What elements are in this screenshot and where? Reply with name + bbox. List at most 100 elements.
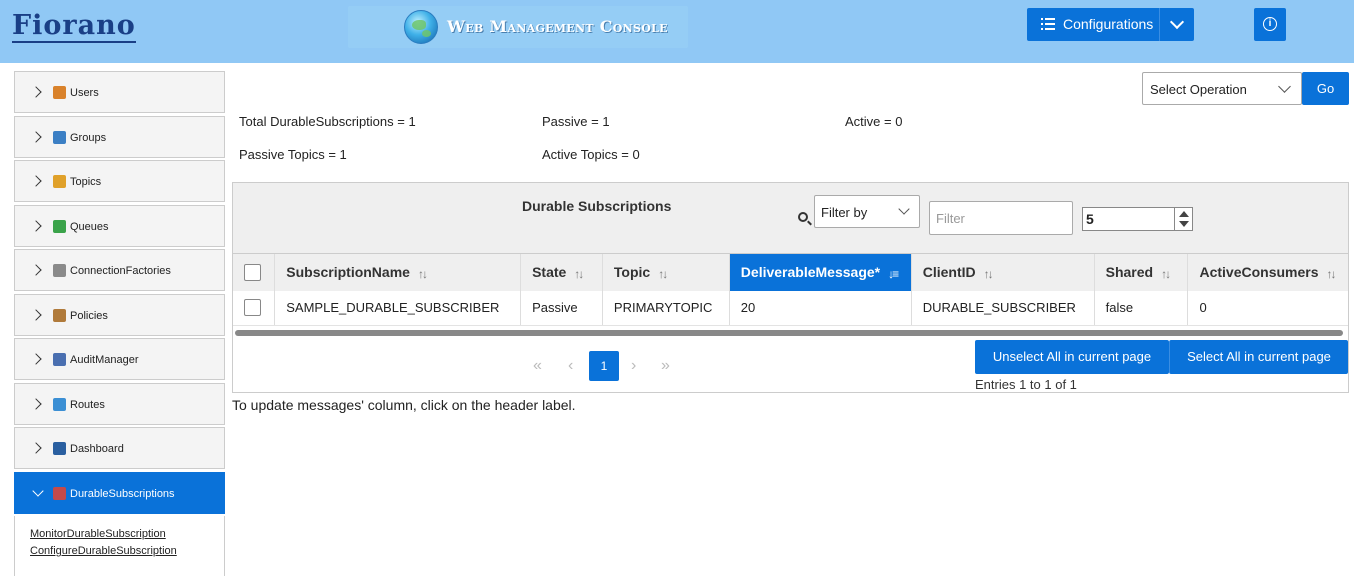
horizontal-scrollbar[interactable] — [235, 330, 1343, 336]
app-header: Fiorano Web Management Console Configura… — [0, 0, 1354, 63]
stat-active: Active = 0 — [845, 114, 903, 129]
chevron-down-icon — [32, 484, 44, 497]
column-header-deliverablemessage[interactable]: DeliverableMessage* ↓≡ — [729, 254, 912, 291]
page-size-spinner[interactable]: 5 — [1082, 207, 1193, 231]
panel-title: Durable Subscriptions — [522, 198, 672, 214]
sidebar-item-durablesubscriptions[interactable]: DurableSubscriptions — [14, 471, 225, 514]
globe-icon — [404, 10, 438, 44]
group-icon — [53, 130, 66, 144]
cell-clientid: DURABLE_SUBSCRIBER — [911, 291, 1095, 326]
column-header-subscriptionname[interactable]: SubscriptionName ↑↓ — [274, 254, 522, 291]
column-header-topic[interactable]: Topic ↑↓ — [602, 254, 730, 291]
prev-page-icon[interactable]: ‹ — [568, 357, 573, 375]
entries-count: Entries 1 to 1 of 1 — [975, 377, 1077, 392]
subscriptions-table: SubscriptionName ↑↓ State ↑↓ Topic ↑↓ Deliv… — [233, 254, 1348, 326]
stat-passive-topics: Passive Topics = 1 — [239, 147, 347, 162]
last-page-icon[interactable]: » — [661, 357, 670, 375]
chevron-right-icon — [30, 86, 42, 98]
info-icon: i — [1263, 17, 1277, 31]
select-operation-label: Select Operation — [1150, 82, 1247, 97]
sidebar-item-policies[interactable]: Policies — [14, 293, 225, 336]
info-button[interactable]: i — [1254, 8, 1286, 41]
policy-icon — [53, 308, 66, 322]
sidebar-item-label: Users — [70, 87, 99, 99]
row-select-cell — [233, 291, 276, 326]
chevron-down-icon — [1278, 80, 1291, 93]
cell-state: Passive — [520, 291, 603, 326]
chevron-down-icon — [898, 203, 910, 215]
first-page-icon[interactable]: « — [533, 357, 542, 375]
configurations-label: Configurations — [1063, 16, 1154, 32]
table-header-row: SubscriptionName ↑↓ State ↑↓ Topic ↑↓ Deliv… — [233, 254, 1348, 291]
list-icon — [1041, 18, 1055, 30]
spinner-arrows[interactable] — [1174, 208, 1192, 230]
page-number-current[interactable]: 1 — [589, 351, 619, 381]
logo-underline — [12, 41, 136, 43]
chevron-right-icon — [30, 130, 42, 143]
sidebar-item-label: DurableSubscriptions — [70, 487, 175, 500]
submenu-link-configuredurablesubscription[interactable]: ConfigureDurableSubscription — [30, 543, 224, 560]
configurations-button[interactable]: Configurations — [1027, 8, 1194, 41]
chevron-right-icon — [30, 175, 42, 187]
row-checkbox[interactable] — [244, 299, 261, 317]
column-header-clientid[interactable]: ClientID ↑↓ — [911, 254, 1095, 291]
sidebar-item-dashboard[interactable]: Dashboard — [14, 427, 225, 469]
topic-icon — [53, 175, 66, 188]
sidebar-item-topics[interactable]: Topics — [14, 160, 225, 202]
column-label: ClientID — [922, 264, 976, 281]
durable-subscriptions-panel: Durable Subscriptions Filter by 5 Subscr… — [232, 182, 1349, 393]
select-all-checkbox[interactable] — [244, 264, 261, 282]
sidebar: Users Groups Topics Queues ConnectionFactori… — [14, 71, 225, 576]
chevron-right-icon — [30, 397, 42, 410]
sidebar-item-auditmanager[interactable]: AuditManager — [14, 338, 225, 380]
submenu-link-monitordurablesubscription[interactable]: MonitorDurableSubscription — [30, 526, 224, 543]
stat-total: Total DurableSubscriptions = 1 — [239, 114, 416, 129]
sort-icon: ↑↓ — [658, 266, 668, 281]
sidebar-item-users[interactable]: Users — [14, 71, 225, 113]
spin-down-icon[interactable] — [1179, 221, 1189, 227]
chevron-right-icon — [30, 264, 42, 276]
console-title: Web Management Console — [447, 17, 668, 36]
filter-by-dropdown[interactable]: Filter by — [814, 195, 920, 228]
fiorano-logo: Fiorano — [12, 10, 136, 41]
sidebar-item-label: Topics — [70, 176, 102, 188]
next-page-icon[interactable]: › — [631, 357, 636, 375]
sidebar-item-queues[interactable]: Queues — [14, 204, 225, 247]
queue-icon — [53, 219, 66, 233]
page-size-value: 5 — [1086, 211, 1094, 227]
sidebar-item-label: ConnectionFactories — [70, 265, 171, 277]
spin-up-icon[interactable] — [1179, 211, 1189, 217]
sidebar-item-routes[interactable]: Routes — [14, 382, 225, 425]
column-header-shared[interactable]: Shared ↑↓ — [1094, 254, 1189, 291]
sort-icon: ↑↓ — [983, 266, 994, 281]
panel-header: Durable Subscriptions Filter by 5 — [233, 183, 1348, 254]
column-header-state[interactable]: State ↑↓ — [520, 254, 603, 291]
table-row[interactable]: SAMPLE_DURABLE_SUBSCRIBER Passive PRIMAR… — [233, 291, 1348, 326]
sidebar-item-connectionfactories[interactable]: ConnectionFactories — [14, 249, 225, 291]
cell-shared: false — [1094, 291, 1189, 326]
chevron-right-icon — [30, 442, 42, 454]
filter-by-label: Filter by — [821, 205, 868, 220]
sidebar-item-label: AuditManager — [70, 354, 139, 366]
sidebar-item-groups[interactable]: Groups — [14, 115, 225, 158]
cell-activeconsumers: 0 — [1187, 291, 1348, 326]
select-all-header — [233, 254, 276, 291]
chevron-down-icon[interactable] — [1169, 14, 1185, 30]
cell-subscriptionname: SAMPLE_DURABLE_SUBSCRIBER — [274, 291, 522, 326]
select-all-button[interactable]: Select All in current page — [1169, 340, 1348, 374]
unselect-all-button[interactable]: Unselect All in current page — [975, 340, 1169, 374]
go-button[interactable]: Go — [1302, 72, 1349, 105]
connection-factory-icon — [53, 264, 66, 277]
cell-deliverablemessage[interactable]: 20 — [729, 291, 912, 326]
select-operation-dropdown[interactable]: Select Operation — [1142, 72, 1302, 105]
sidebar-item-label: Groups — [70, 131, 107, 144]
column-label: SubscriptionName — [286, 264, 410, 281]
filter-input[interactable] — [929, 201, 1073, 235]
sort-descending-icon: ↓≡ — [888, 266, 899, 281]
sort-icon: ↑↓ — [1326, 266, 1337, 281]
column-header-activeconsumers[interactable]: ActiveConsumers ↑↓ — [1187, 254, 1348, 291]
sort-icon: ↑↓ — [417, 266, 428, 281]
column-label: ActiveConsumers — [1199, 264, 1319, 281]
user-icon — [53, 86, 66, 99]
column-label: State — [532, 264, 567, 281]
